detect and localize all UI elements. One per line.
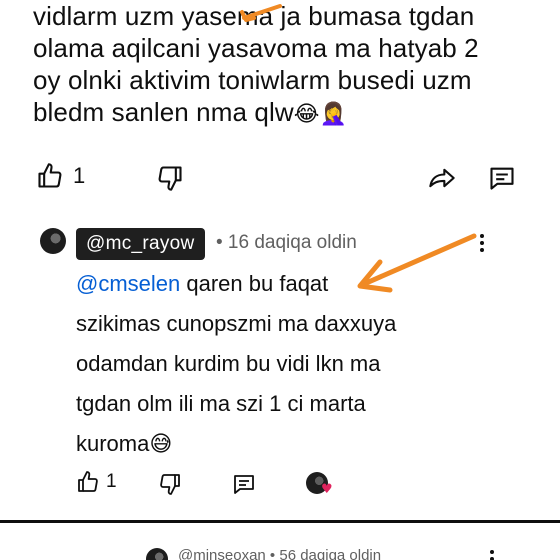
share-icon	[429, 168, 455, 188]
kebab-dot	[480, 248, 484, 252]
reply-action-bar: 1 ♥	[0, 466, 560, 506]
avatar[interactable]	[40, 228, 66, 254]
share-button[interactable]	[428, 164, 456, 192]
reply-line: szikimas cunopszmi ma daxxuya	[76, 311, 397, 336]
reply-like-button[interactable]: 1	[76, 470, 117, 494]
reply-author-handle[interactable]: @mc_rayow	[76, 228, 205, 260]
thumbs-down-icon	[160, 474, 180, 495]
reply-text: @cmselen qaren bu faqat szikimas cunopsz…	[76, 264, 516, 465]
reply-line: tgdan olm ili ma szi 1 ci marta	[76, 391, 366, 416]
comment-icon	[234, 475, 254, 494]
comment-text: vidlarm uzm yasema ja bumasa tgdan olama…	[33, 0, 533, 131]
reply-line: kuroma😅	[76, 424, 516, 465]
dislike-button[interactable]	[156, 164, 184, 192]
kebab-dot	[490, 550, 494, 554]
heart-icon: ♥	[321, 482, 333, 497]
reply-line-text: qaren bu faqat	[180, 271, 329, 296]
comment-line: bledm sanlen nma qlw😂🤦‍♀️	[33, 96, 533, 131]
reply-line-text: kuroma	[76, 431, 150, 456]
reply-emoji: 😅	[149, 432, 173, 457]
reply-timestamp: • 16 daqiqa oldin	[216, 232, 357, 253]
next-comment-meta: @minseoxan • 56 daqiqa oldin	[178, 547, 382, 560]
like-count: 1	[73, 163, 86, 188]
more-options-button[interactable]	[490, 550, 494, 560]
kebab-dot	[480, 241, 484, 245]
comment-line-text: bledm sanlen nma qlw	[33, 97, 294, 127]
reply-line: odamdan kurdim bu vidi lkn ma	[76, 351, 381, 376]
reply-line: @cmselen qaren bu faqat	[76, 264, 516, 304]
comment-line: olama aqilcani yasavoma ma hatyab 2	[33, 33, 479, 63]
next-comment: @minseoxan • 56 daqiqa oldin	[0, 540, 560, 560]
avatar[interactable]	[146, 548, 168, 560]
thumbs-up-icon	[38, 163, 62, 188]
kebab-dot	[480, 234, 484, 238]
creator-heart: ♥	[306, 472, 333, 497]
comment-line: oy olnki aktivim toniwlarm busedi uzm	[33, 65, 472, 95]
reply-button[interactable]	[488, 164, 516, 192]
like-button[interactable]: 1	[36, 162, 85, 190]
thumbs-down-icon	[158, 166, 182, 191]
mention-link[interactable]: @cmselen	[76, 271, 180, 296]
comment-emoji: 😂🤦‍♀️	[293, 102, 348, 127]
thumbs-up-icon	[78, 471, 98, 492]
reply-dislike-button[interactable]	[158, 472, 182, 496]
reply-like-count: 1	[106, 471, 117, 492]
comment-icon	[490, 167, 514, 190]
more-options-button[interactable]	[478, 234, 486, 256]
reply-comment: @mc_rayow • 16 daqiqa oldin @cmselen qar…	[0, 222, 560, 522]
divider	[0, 520, 560, 523]
reply-reply-button[interactable]	[232, 472, 256, 496]
comment-line: vidlarm uzm yasema ja bumasa tgdan	[33, 1, 475, 31]
comment-action-bar: 1	[0, 160, 560, 200]
